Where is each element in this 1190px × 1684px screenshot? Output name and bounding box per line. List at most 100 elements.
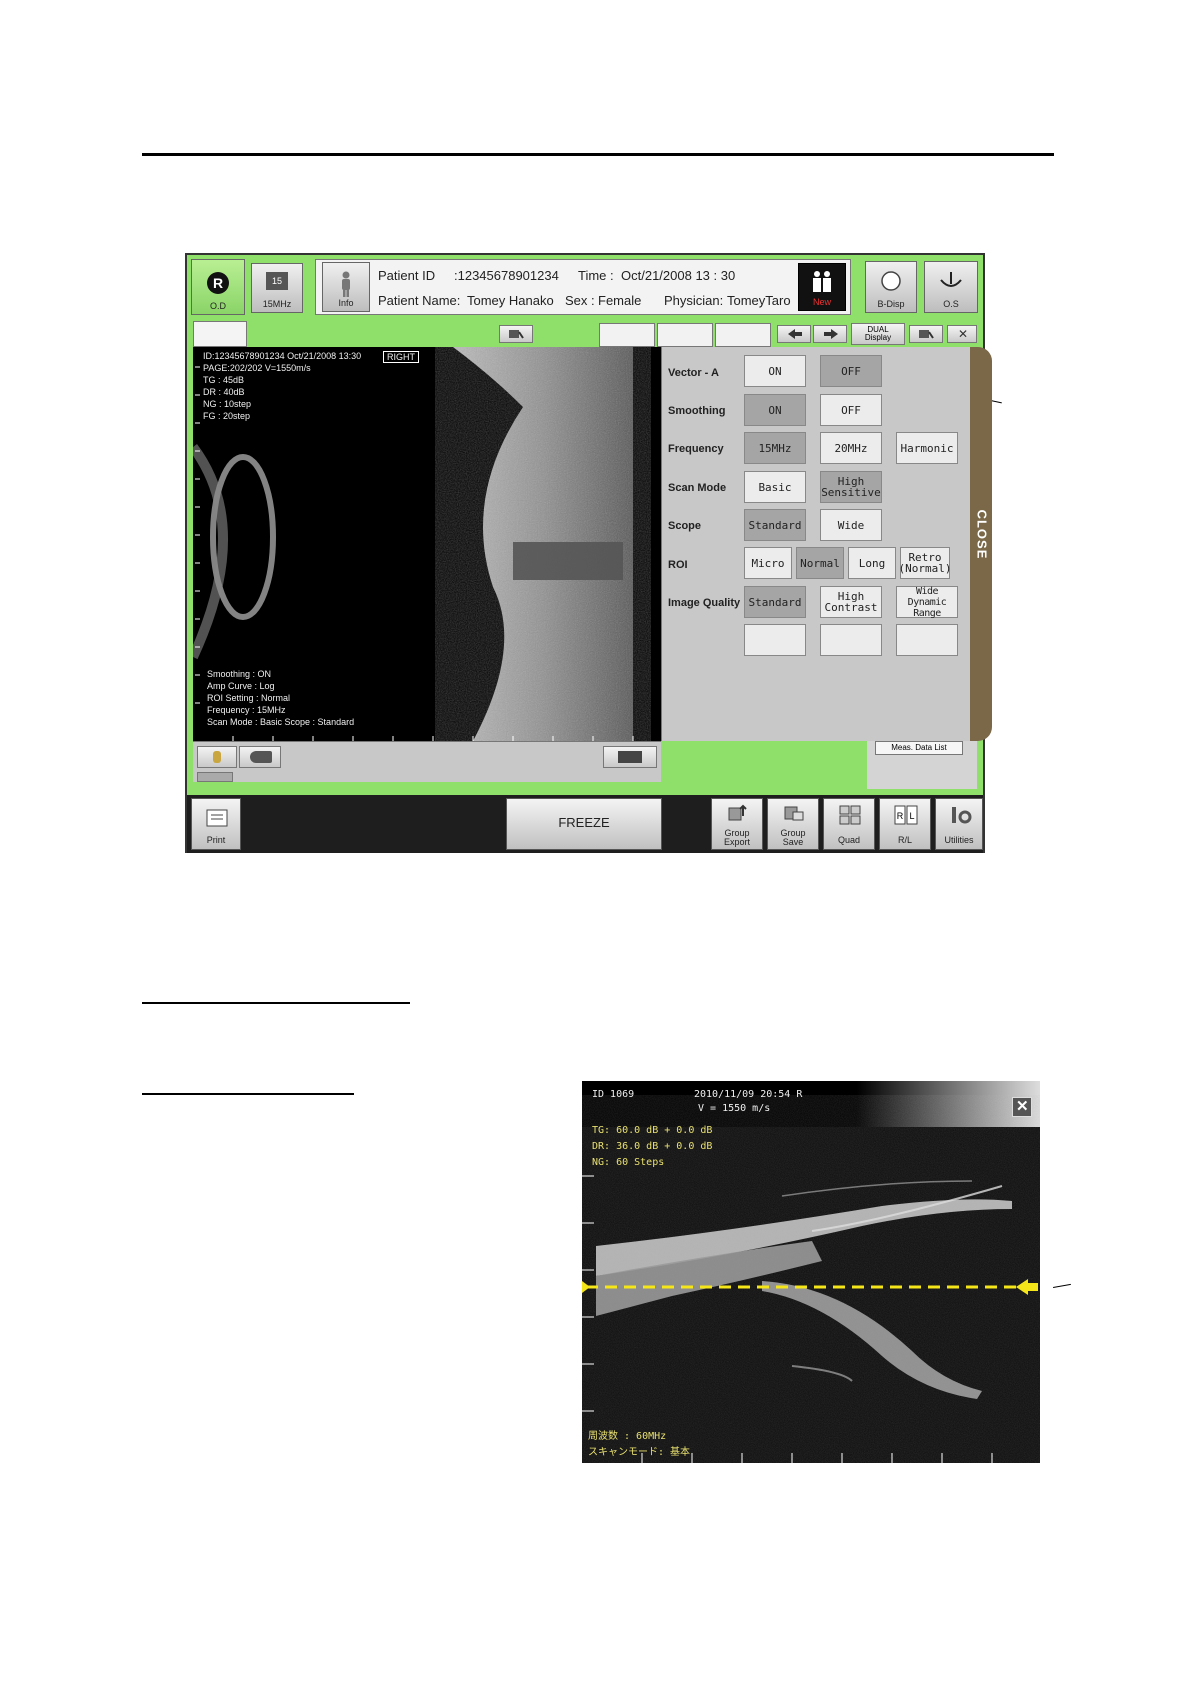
probe-view-icon [509,330,524,339]
section-underline-1 [142,1002,410,1004]
tab-1[interactable] [599,323,655,347]
roi-retro-normal-button[interactable]: Retro (Normal) [899,547,952,579]
close-icon: ✕ [958,327,969,341]
tab-left[interactable] [193,321,247,347]
smoothing-off-button[interactable]: OFF [820,394,882,426]
utilities-label: Utilities [944,835,974,845]
scan-id: ID 1069 [592,1089,635,1100]
scan-ng: NG: 60 Steps [592,1157,665,1168]
audio-button[interactable] [197,746,237,768]
record-button[interactable] [239,746,281,768]
scan-velocity: V = 1550 m/s [698,1103,771,1114]
frequency-15mhz-button[interactable]: 15MHz [744,432,806,464]
info-button[interactable]: Info [322,262,370,312]
scan-mode-label: Scan Mode [668,482,727,494]
patient-info-bar: Info Patient ID :12345678901234 Time : O… [315,259,851,315]
rl-button[interactable]: RL R/L [879,798,931,850]
frequency-20mhz-button[interactable]: 20MHz [820,432,882,464]
group-export-button[interactable]: Group Export [711,798,763,850]
save-icon [784,806,804,821]
scan-mode-high-sensitive-button[interactable]: High Sensitive [820,471,882,503]
rl-icon: RL [894,805,918,825]
print-button[interactable]: Print [191,798,241,850]
overlay-tg: TG : 45dB [203,375,245,385]
roi-normal-button[interactable]: Normal [796,547,844,579]
image-quality-high-contrast-button[interactable]: High Contrast [820,586,882,618]
b-disp-button[interactable]: B-Disp [865,261,917,313]
freeze-button[interactable]: FREEZE [506,798,662,850]
close-window-button[interactable]: ✕ [947,325,977,343]
side-area: Meas. Data List [867,741,977,789]
roi-label: ROI [668,559,688,571]
utilities-button[interactable]: Utilities [935,798,983,850]
scope-label: Scope [668,520,702,532]
settings-panel: Vector - A ON OFF Smoothing ON OFF Frequ… [661,347,978,741]
scan-mode-basic-button[interactable]: Basic [744,471,806,503]
patient-name-value: Tomey Hanako [467,293,554,308]
group-save-button[interactable]: Group Save [767,798,819,850]
image-quality-wide-dynamic-range-button[interactable]: Wide Dynamic Range [896,586,958,619]
physician-value: TomeyTaro [727,293,791,308]
roi-micro-button[interactable]: Micro [744,547,792,579]
scroll-slider[interactable] [197,772,233,782]
vector-a-off-button[interactable]: OFF [820,355,882,387]
physician-label: Physician: [664,293,724,308]
time-label: Time : [578,268,614,283]
overlay-smoothing: Smoothing : ON [207,669,272,679]
image-toolbar [193,741,661,782]
blank-button-2[interactable] [820,624,882,656]
ubm-scan-image: ✕ ID 1069 2010/11/09 20:54 R V = 1550 m/… [582,1081,1040,1463]
probe-frequency-icon: 15 [266,272,288,290]
overlay-dr: DR : 40dB [203,387,245,397]
camera-icon [250,751,272,763]
image-quality-standard-button[interactable]: Standard [744,586,806,618]
os-eye-button[interactable]: O.S [924,261,978,313]
b-scan-image: ID:12345678901234 Oct/21/2008 13:30 RIGH… [193,347,661,741]
os-eye-icon [940,272,962,287]
vector-a-on-button[interactable]: ON [744,355,806,387]
next-page-button[interactable] [813,325,847,343]
frequency-label: 15MHz [262,299,292,309]
scan-mode-jp: スキャンモード: 基本 [588,1447,691,1458]
overlay-ng: NG : 10step [203,399,252,409]
quad-button[interactable]: Quad [823,798,875,850]
ultrasound-main-screen: R O.D 15 15MHz Info Patient ID :12345678… [185,253,992,853]
section-underline-2 [142,1093,354,1095]
rl-label: R/L [897,835,912,845]
blank-button-1[interactable] [744,624,806,656]
tab-3[interactable] [715,323,771,347]
scope-standard-button[interactable]: Standard [744,509,806,541]
arrow-left-icon [788,329,802,339]
close-image-button[interactable]: ✕ [1012,1097,1032,1117]
od-label: O.D [209,301,226,311]
speaker-icon [213,751,221,763]
smoothing-on-button[interactable]: ON [744,394,806,426]
od-eye-button[interactable]: R O.D [191,259,245,315]
film-button[interactable] [603,746,657,768]
frequency-harmonic-button[interactable]: Harmonic [896,432,958,464]
svg-text:R: R [213,275,223,291]
dual-display-button[interactable]: DUAL Display [851,323,905,345]
close-panel-tab[interactable]: CLOSE [970,347,992,741]
patient-id-label: Patient ID [378,268,436,283]
print-label: Print [206,835,226,845]
overlay-fg: FG : 20step [203,411,251,421]
roi-long-button[interactable]: Long [848,547,896,579]
tab-2[interactable] [657,323,713,347]
new-patient-icon [813,271,831,292]
close-panel-label: CLOSE [974,509,990,560]
frequency-button[interactable]: 15 15MHz [251,263,303,313]
overlay-amp-curve: Amp Curve : Log [207,681,275,691]
new-patient-button[interactable]: New [798,263,846,311]
scan-tg: TG: 60.0 dB + 0.0 dB [592,1125,713,1136]
overlay-page: PAGE:202/202 V=1550m/s [203,363,311,373]
meas-data-list-button[interactable]: Meas. Data List [875,741,963,755]
probe-view-button[interactable] [499,325,533,343]
probe-view-button-2[interactable] [909,325,943,343]
smoothing-label: Smoothing [668,405,726,417]
prev-page-button[interactable] [777,325,811,343]
patient-id-value: :12345678901234 [454,268,559,283]
blank-button-3[interactable] [896,624,958,656]
scope-wide-button[interactable]: Wide [820,509,882,541]
overlay-scan-mode: Scan Mode : Basic Scope : Standard [207,717,355,727]
